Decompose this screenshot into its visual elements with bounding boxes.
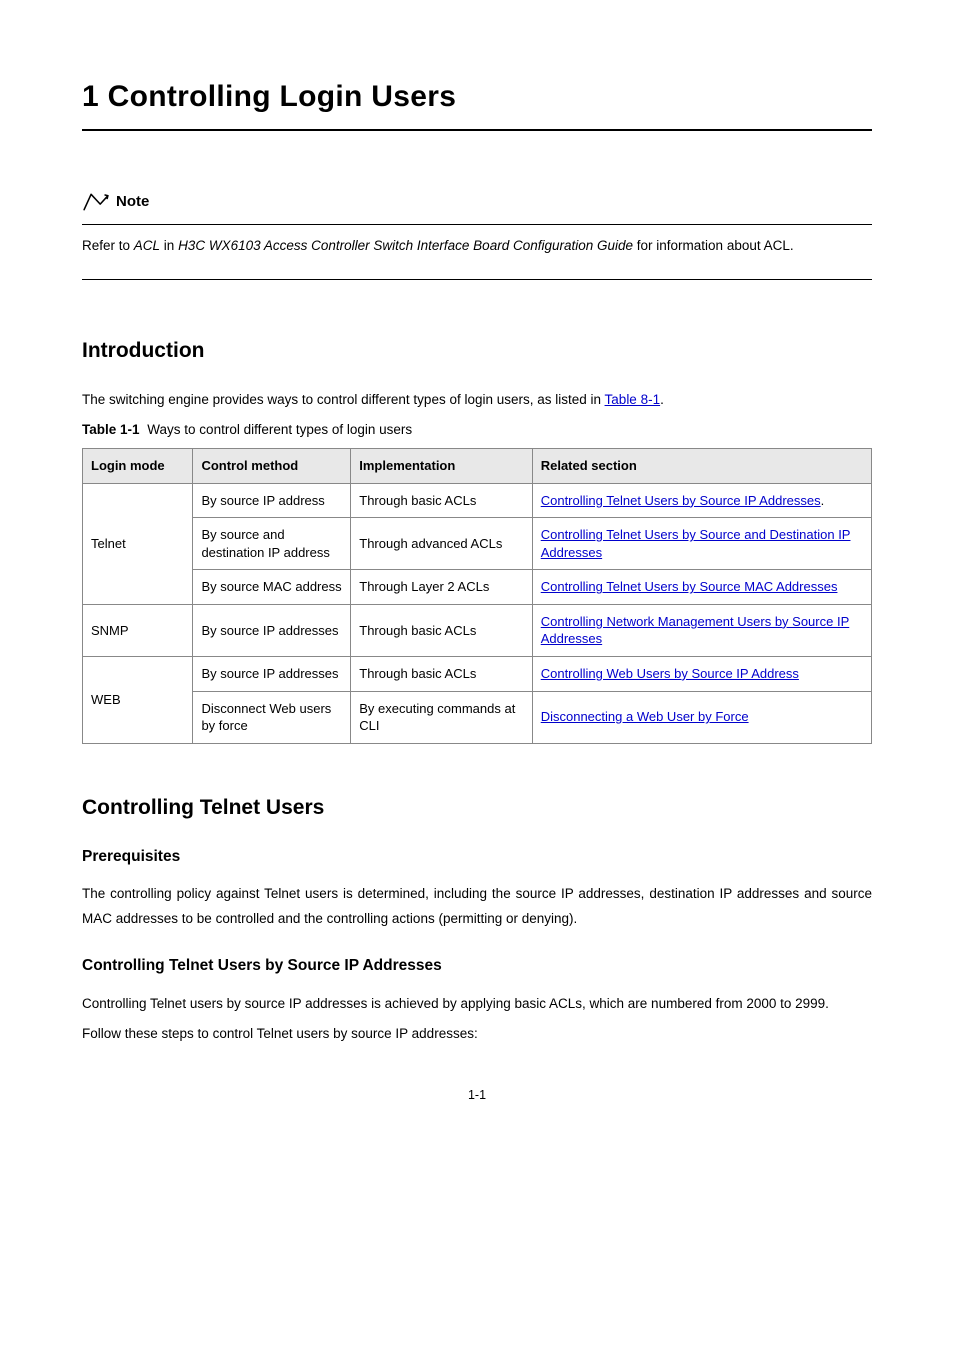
table-row: By source and destination IP address Thr… [83,518,872,570]
table-row: SNMP By source IP addresses Through basi… [83,604,872,656]
note-text-italic1: ACL [134,238,160,253]
note-label: Note [116,191,149,214]
table-caption-text: Ways to control different types of login… [147,422,412,437]
section-introduction-heading: Introduction [82,335,872,367]
table-cell-mode: SNMP [83,604,193,656]
note-text: Refer to ACL in H3C WX6103 Access Contro… [82,235,872,258]
note-text-mid: in [160,238,178,253]
table-cell-related: Controlling Telnet Users by Source and D… [532,518,871,570]
table-cell-impl: By executing commands at CLI [351,691,532,743]
intro-text-suffix: . [660,392,664,407]
section-controlling-telnet-heading: Controlling Telnet Users [82,792,872,824]
table-cell-impl: Through basic ACLs [351,656,532,691]
controlling-by-srcip-text2: Follow these steps to control Telnet use… [82,1022,872,1046]
table-cell-related: Disconnecting a Web User by Force [532,691,871,743]
intro-paragraph: The switching engine provides ways to co… [82,389,872,412]
controlling-by-srcip-text1: Controlling Telnet users by source IP ad… [82,992,872,1016]
table-link[interactable]: Controlling Telnet Users by Source and D… [541,527,851,560]
note-text-italic2: H3C WX6103 Access Controller Switch Inte… [178,238,633,253]
note-text-suffix: for information about ACL. [633,238,794,253]
table-link-suffix: . [821,493,825,508]
table-header-impl: Implementation [351,449,532,484]
chapter-number-title: 1 Controlling Login Users [82,70,872,121]
table-link[interactable]: Disconnecting a Web User by Force [541,709,749,724]
intro-table-link[interactable]: Table 8-1 [605,392,661,407]
table-link[interactable]: Controlling Telnet Users by Source IP Ad… [541,493,821,508]
table-cell-method: Disconnect Web users by force [193,691,351,743]
page-number: 1-1 [82,1086,872,1105]
note-icon [82,191,110,213]
table-cell-impl: Through advanced ACLs [351,518,532,570]
table-link[interactable]: Controlling Web Users by Source IP Addre… [541,666,799,681]
table-cell-method: By source MAC address [193,570,351,605]
table-cell-related: Controlling Telnet Users by Source MAC A… [532,570,871,605]
note-rule-bottom [82,279,872,280]
table-link[interactable]: Controlling Network Management Users by … [541,614,850,647]
table-cell-method: By source and destination IP address [193,518,351,570]
table-cell-impl: Through basic ACLs [351,483,532,518]
note-header: Note [82,191,872,214]
table-caption-label: Table 1-1 [82,422,140,437]
table-row: Disconnect Web users by force By executi… [83,691,872,743]
table-row: By source MAC address Through Layer 2 AC… [83,570,872,605]
table-cell-method: By source IP address [193,483,351,518]
table-caption: Table 1-1 Ways to control different type… [82,420,872,440]
table-header-method: Control method [193,449,351,484]
table-cell-method: By source IP addresses [193,656,351,691]
table-cell-related: Controlling Web Users by Source IP Addre… [532,656,871,691]
table-cell-impl: Through Layer 2 ACLs [351,570,532,605]
controlling-by-srcip-heading: Controlling Telnet Users by Source IP Ad… [82,954,872,977]
table-header-row: Login mode Control method Implementation… [83,449,872,484]
table-cell-method: By source IP addresses [193,604,351,656]
table-header-related: Related section [532,449,871,484]
table-cell-mode: Telnet [83,483,193,604]
chapter-number: 1 Controlling Login Users [82,80,456,113]
note-rule-top [82,224,872,225]
table-cell-impl: Through basic ACLs [351,604,532,656]
intro-text-prefix: The switching engine provides ways to co… [82,392,605,407]
prerequisites-heading: Prerequisites [82,845,872,868]
table-link[interactable]: Controlling Telnet Users by Source MAC A… [541,579,838,594]
table-row: WEB By source IP addresses Through basic… [83,656,872,691]
login-control-table: Login mode Control method Implementation… [82,448,872,743]
table-row: Telnet By source IP address Through basi… [83,483,872,518]
prerequisites-text: The controlling policy against Telnet us… [82,882,872,932]
table-cell-related: Controlling Telnet Users by Source IP Ad… [532,483,871,518]
table-header-mode: Login mode [83,449,193,484]
table-cell-mode: WEB [83,656,193,743]
chapter-rule [82,129,872,131]
table-cell-related: Controlling Network Management Users by … [532,604,871,656]
note-text-prefix: Refer to [82,238,134,253]
